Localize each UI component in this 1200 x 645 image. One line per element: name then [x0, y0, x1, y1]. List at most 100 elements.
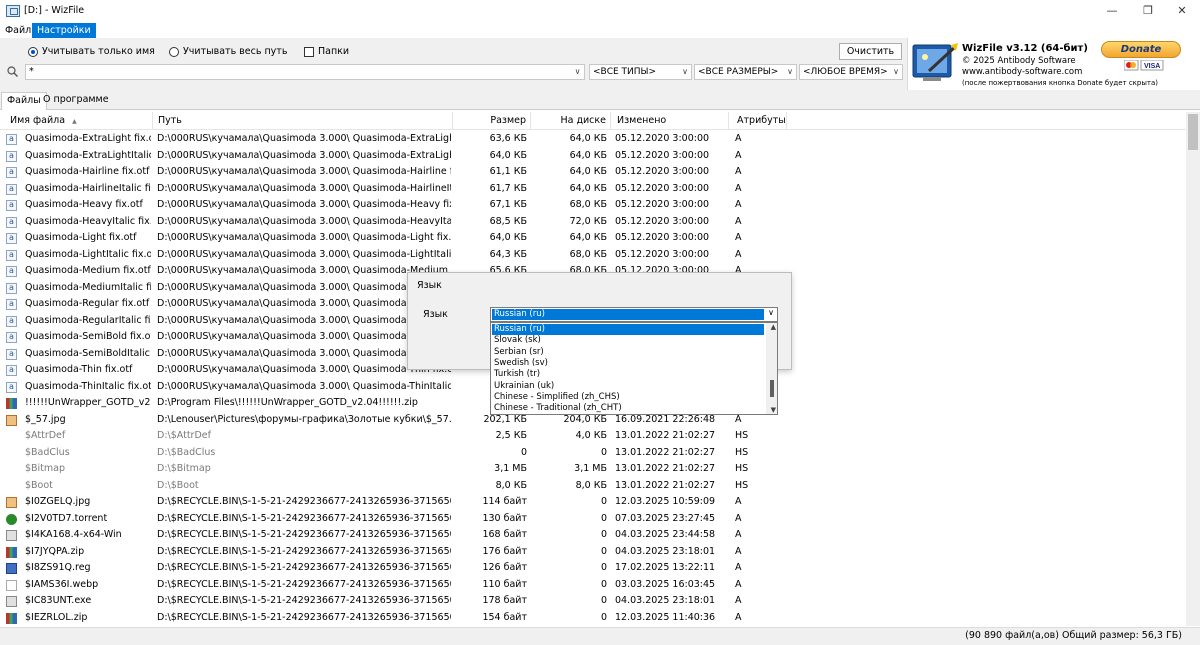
table-row[interactable]: Quasimoda-Heavy fix.otf D:\000RUS\кучамал…	[0, 197, 1186, 214]
minimize-button[interactable]: —	[1098, 3, 1126, 19]
cell-ondisk: 3,1 МБ	[574, 463, 607, 474]
zip-file-icon	[6, 546, 17, 558]
table-row[interactable]: Quasimoda-Hairline fix.otf D:\000RUS\куча…	[0, 164, 1186, 181]
table-row[interactable]: $Boot D:\$Boot 8,0 КБ 8,0 КБ 13.01.2022 21:0…	[0, 478, 1186, 495]
jpg-file-icon	[6, 414, 17, 426]
chevron-down-icon: ∨	[893, 67, 899, 76]
close-button[interactable]: ✕	[1168, 3, 1196, 19]
tab-bar: Файлы О программе	[0, 90, 1200, 110]
cell-attributes: A	[735, 562, 742, 573]
type-filter-select[interactable]: <ВСЕ ТИПЫ> ∨	[589, 64, 692, 80]
font-file-icon	[6, 230, 17, 247]
table-row[interactable]: Quasimoda-LightItalic fix.otf D:\000RUS\к…	[0, 247, 1186, 263]
table-row[interactable]: Quasimoda-ExtraLightItalic fix. D:\000RUS…	[0, 148, 1186, 164]
language-option[interactable]: Russian (ru)	[492, 324, 764, 336]
table-row[interactable]: $I7JYQPA.zip D:\$RECYCLE.BIN\S-1-5-21-242…	[0, 544, 1186, 561]
language-select[interactable]: Russian (ru) ∨	[490, 307, 778, 322]
cell-size: 68,5 КБ	[489, 215, 527, 227]
checkbox-folders[interactable]: Папки	[304, 46, 349, 57]
cell-attributes: HS	[735, 463, 749, 474]
column-size[interactable]: Размер	[453, 112, 531, 130]
cell-modified: 04.03.2025 23:18:01	[615, 545, 716, 557]
maximize-button[interactable]: ❐	[1134, 3, 1162, 19]
cell-name: $BadClus	[25, 446, 70, 458]
cell-modified: 13.01.2022 21:02:27	[615, 463, 716, 474]
cell-name: $I0ZGELQ.jpg	[25, 496, 91, 507]
font-file-icon	[6, 131, 17, 148]
svg-text:VISA: VISA	[1144, 63, 1160, 70]
table-row[interactable]: $I8ZS91Q.reg D:\$RECYCLE.BIN\S-1-5-21-242…	[0, 560, 1186, 577]
cell-size: 64,3 КБ	[489, 248, 527, 260]
scrollbar-thumb[interactable]	[1188, 114, 1198, 150]
cell-modified: 05.12.2020 3:00:00	[615, 199, 710, 210]
search-icon	[7, 66, 18, 77]
cell-name: !!!!!!UnWrapper_GOTD_v2.04!!!!!!.	[25, 397, 151, 408]
table-row[interactable]: $I4KA168.4-x64-Win D:\$RECYCLE.BIN\S-1-5-…	[0, 527, 1186, 544]
cell-modified: 05.12.2020 3:00:00	[615, 166, 710, 177]
language-option[interactable]: Turkish (tr)	[492, 369, 764, 380]
column-modified[interactable]: Изменено	[611, 112, 729, 130]
cell-modified: 04.03.2025 23:18:01	[615, 595, 716, 606]
zip-file-icon	[6, 612, 17, 624]
cell-modified: 07.03.2025 23:27:45	[615, 512, 716, 524]
table-row[interactable]: $I0ZGELQ.jpg D:\$RECYCLE.BIN\S-1-5-21-242…	[0, 494, 1186, 511]
scroll-down-icon[interactable]: ▼	[771, 406, 776, 414]
tab-about[interactable]: О программе	[38, 92, 114, 110]
cell-modified: 05.12.2020 3:00:00	[615, 248, 710, 260]
table-row[interactable]: $BadClus D:\$BadClus 0 0 13.01.2022 21:02:27…	[0, 445, 1186, 462]
table-row[interactable]: $Bitmap D:\$Bitmap 3,1 МБ 3,1 МБ 13.01.2022 …	[0, 461, 1186, 478]
dropdown-scrollbar-thumb[interactable]	[770, 380, 774, 397]
cell-ondisk: 72,0 КБ	[569, 215, 607, 227]
dropdown-scrollbar[interactable]: ▲ ▼	[766, 323, 777, 414]
cell-attributes: A	[735, 529, 742, 540]
menu-settings[interactable]: Настройки	[32, 23, 96, 38]
radio-name-only[interactable]: Учитывать только имя	[28, 46, 155, 57]
cell-name: Quasimoda-ThinItalic fix.otf	[25, 380, 151, 392]
vertical-scrollbar[interactable]	[1186, 112, 1200, 626]
cell-path: D:\000RUS\кучамала\Quasimoda 3.000\ Quas…	[157, 215, 451, 227]
search-input[interactable]: *	[25, 64, 585, 80]
column-ondisk[interactable]: На диске	[531, 112, 611, 130]
search-history-dropdown[interactable]: ∨	[571, 65, 584, 79]
cell-ondisk: 64,0 КБ	[569, 149, 607, 161]
table-row[interactable]: Quasimoda-HairlineItalic fix.otf D:\000RU…	[0, 181, 1186, 197]
language-option[interactable]: Swedish (sv)	[492, 358, 764, 369]
cell-name: Quasimoda-Heavy fix.otf	[25, 199, 143, 210]
table-row[interactable]: $I2V0TD7.torrent D:\$RECYCLE.BIN\S-1-5-21…	[0, 511, 1186, 528]
table-row[interactable]: $IC83UNT.exe D:\$RECYCLE.BIN\S-1-5-21-242…	[0, 593, 1186, 610]
radio-full-path[interactable]: Учитывать весь путь	[169, 46, 287, 57]
size-filter-select[interactable]: <ВСЕ РАЗМЕРЫ> ∨	[694, 64, 797, 80]
table-row[interactable]: $IAMS36I.webp D:\$RECYCLE.BIN\S-1-5-21-24…	[0, 577, 1186, 594]
time-filter-select[interactable]: <ЛЮБОЕ ВРЕМЯ> ∨	[799, 64, 903, 80]
cell-attributes: HS	[735, 430, 749, 441]
cell-attributes: A	[735, 545, 742, 557]
language-option[interactable]: Chinese - Simplified (zh_CHS)	[492, 392, 764, 403]
table-row[interactable]: Quasimoda-ExtraLight fix.otf D:\000RUS\ку…	[0, 131, 1186, 148]
language-option[interactable]: Chinese - Traditional (zh_CHT)	[492, 403, 764, 414]
font-file-icon	[6, 148, 17, 164]
scroll-up-icon[interactable]: ▲	[771, 323, 776, 331]
radio-full-path-label: Учитывать весь путь	[183, 46, 288, 57]
language-option[interactable]: Ukrainian (uk)	[492, 381, 764, 392]
language-option[interactable]: Slovak (sk)	[492, 335, 764, 346]
language-option[interactable]: Serbian (sr)	[492, 347, 764, 358]
column-path[interactable]: Путь	[153, 112, 453, 130]
table-row[interactable]: $AttrDef D:\$AttrDef 2,5 КБ 4,0 КБ 13.01.202…	[0, 428, 1186, 445]
cell-size: 3,1 МБ	[494, 463, 527, 474]
cell-modified: 12.03.2025 10:59:09	[615, 496, 716, 507]
cell-size: 154 байт	[482, 611, 527, 623]
menu-file[interactable]: Файл	[0, 23, 36, 38]
table-row[interactable]: Quasimoda-Light fix.otf D:\000RUS\кучамал…	[0, 230, 1186, 247]
cell-ondisk: 4,0 КБ	[575, 430, 607, 441]
clear-button[interactable]: Очистить	[839, 43, 902, 60]
sort-ascending-icon: ▲	[72, 118, 77, 125]
column-name[interactable]: Имя файла ▲	[0, 112, 153, 130]
reg-file-icon	[6, 563, 17, 574]
cell-size: 114 байт	[482, 496, 527, 507]
donate-button[interactable]: Donate	[1101, 41, 1181, 58]
table-row[interactable]: Quasimoda-HeavyItalic fix.otf D:\000RUS\к…	[0, 214, 1186, 230]
column-attributes[interactable]: Атрибуты	[729, 112, 787, 130]
cell-size: 130 байт	[482, 512, 527, 524]
website-link[interactable]: www.antibody-software.com	[962, 67, 1082, 77]
table-row[interactable]: $IEZRLOL.zip D:\$RECYCLE.BIN\S-1-5-21-242…	[0, 610, 1186, 627]
